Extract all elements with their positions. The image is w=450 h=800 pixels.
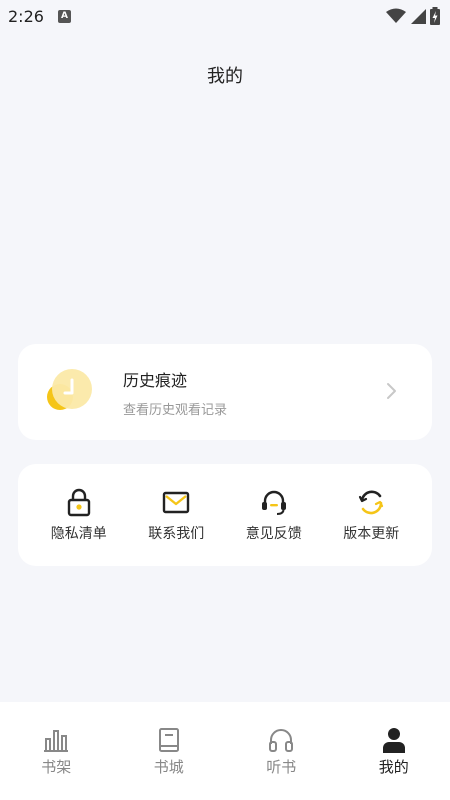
headphones-icon [269, 729, 294, 752]
menu-item-contact[interactable]: 联系我们 [133, 487, 219, 543]
nav-label: 书城 [153, 758, 184, 776]
app-screen: 2:26 A 我的 历史痕迹 查看历史观看记录 隐私清单 联系我们 意见反馈 版… [0, 0, 450, 800]
history-title: 历史痕迹 [123, 370, 188, 390]
book-icon [158, 728, 179, 752]
headset-icon [261, 490, 286, 515]
nav-item-bookshelf[interactable]: 书架 [16, 726, 96, 800]
nav-label: 书架 [41, 758, 72, 776]
nav-item-bookstore[interactable]: 书城 [129, 726, 209, 800]
lock-icon [67, 488, 90, 517]
nav-item-mine[interactable]: 我的 [354, 726, 434, 800]
status-icons [386, 7, 440, 25]
nav-item-audiobook[interactable]: 听书 [241, 726, 321, 800]
menu-item-privacy[interactable]: 隐私清单 [36, 487, 122, 543]
menu-label: 意见反馈 [245, 526, 302, 542]
person-icon [382, 728, 405, 753]
menu-label: 版本更新 [343, 526, 400, 542]
mail-icon [163, 491, 190, 514]
nav-label: 我的 [378, 758, 409, 776]
menu-card: 隐私清单 联系我们 意见反馈 版本更新 [18, 464, 432, 566]
menu-label: 联系我们 [148, 526, 205, 542]
menu-item-update[interactable]: 版本更新 [328, 487, 414, 543]
refresh-icon [359, 490, 384, 515]
history-subtitle: 查看历史观看记录 [123, 402, 228, 418]
chevron-right-icon [387, 383, 396, 399]
page-title: 我的 [207, 66, 243, 87]
battery-charging-icon [430, 7, 440, 25]
signal-icon [411, 9, 426, 24]
notification-app-icon: A [57, 9, 71, 23]
bar-chart-icon [44, 730, 69, 752]
history-card[interactable]: 历史痕迹 查看历史观看记录 [18, 344, 432, 440]
menu-label: 隐私清单 [50, 526, 107, 542]
history-text: 历史痕迹 查看历史观看记录 [123, 367, 227, 418]
nav-label: 听书 [266, 758, 297, 776]
status-bar: 2:26 A [0, 0, 450, 32]
menu-item-feedback[interactable]: 意见反馈 [231, 487, 317, 543]
clock-icon [45, 365, 99, 419]
bottom-nav: 书架 书城 听书 我的 [0, 702, 450, 800]
wifi-icon [386, 8, 406, 23]
status-time: 2:26 [8, 6, 44, 26]
